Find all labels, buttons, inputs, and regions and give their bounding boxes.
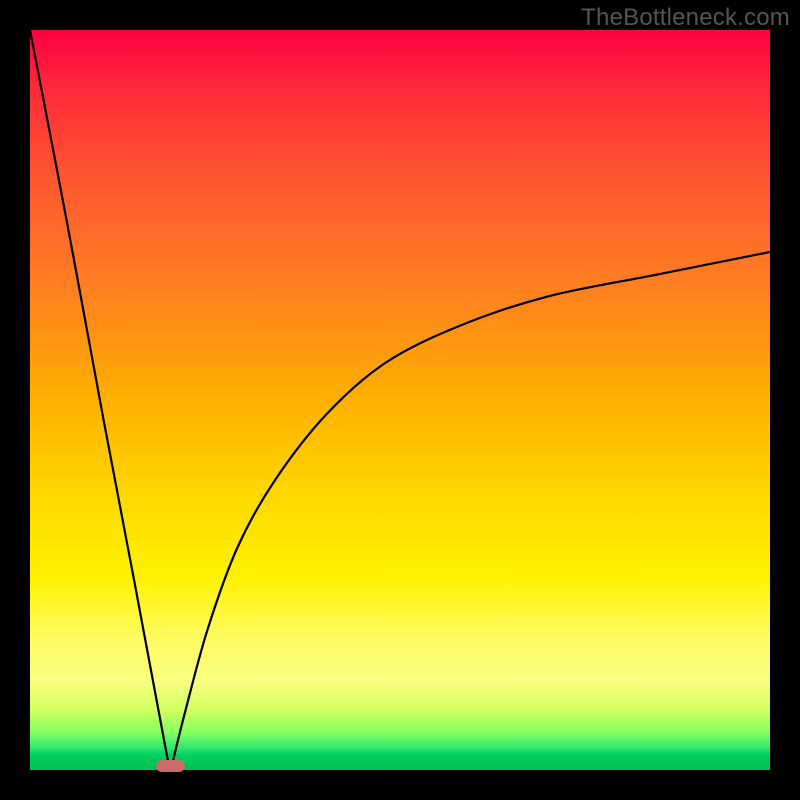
plot-area [30, 30, 770, 770]
bottleneck-curve [30, 30, 770, 770]
chart-frame: TheBottleneck.com [0, 0, 800, 800]
watermark-text: TheBottleneck.com [581, 4, 790, 32]
optimal-range-marker [156, 760, 186, 772]
